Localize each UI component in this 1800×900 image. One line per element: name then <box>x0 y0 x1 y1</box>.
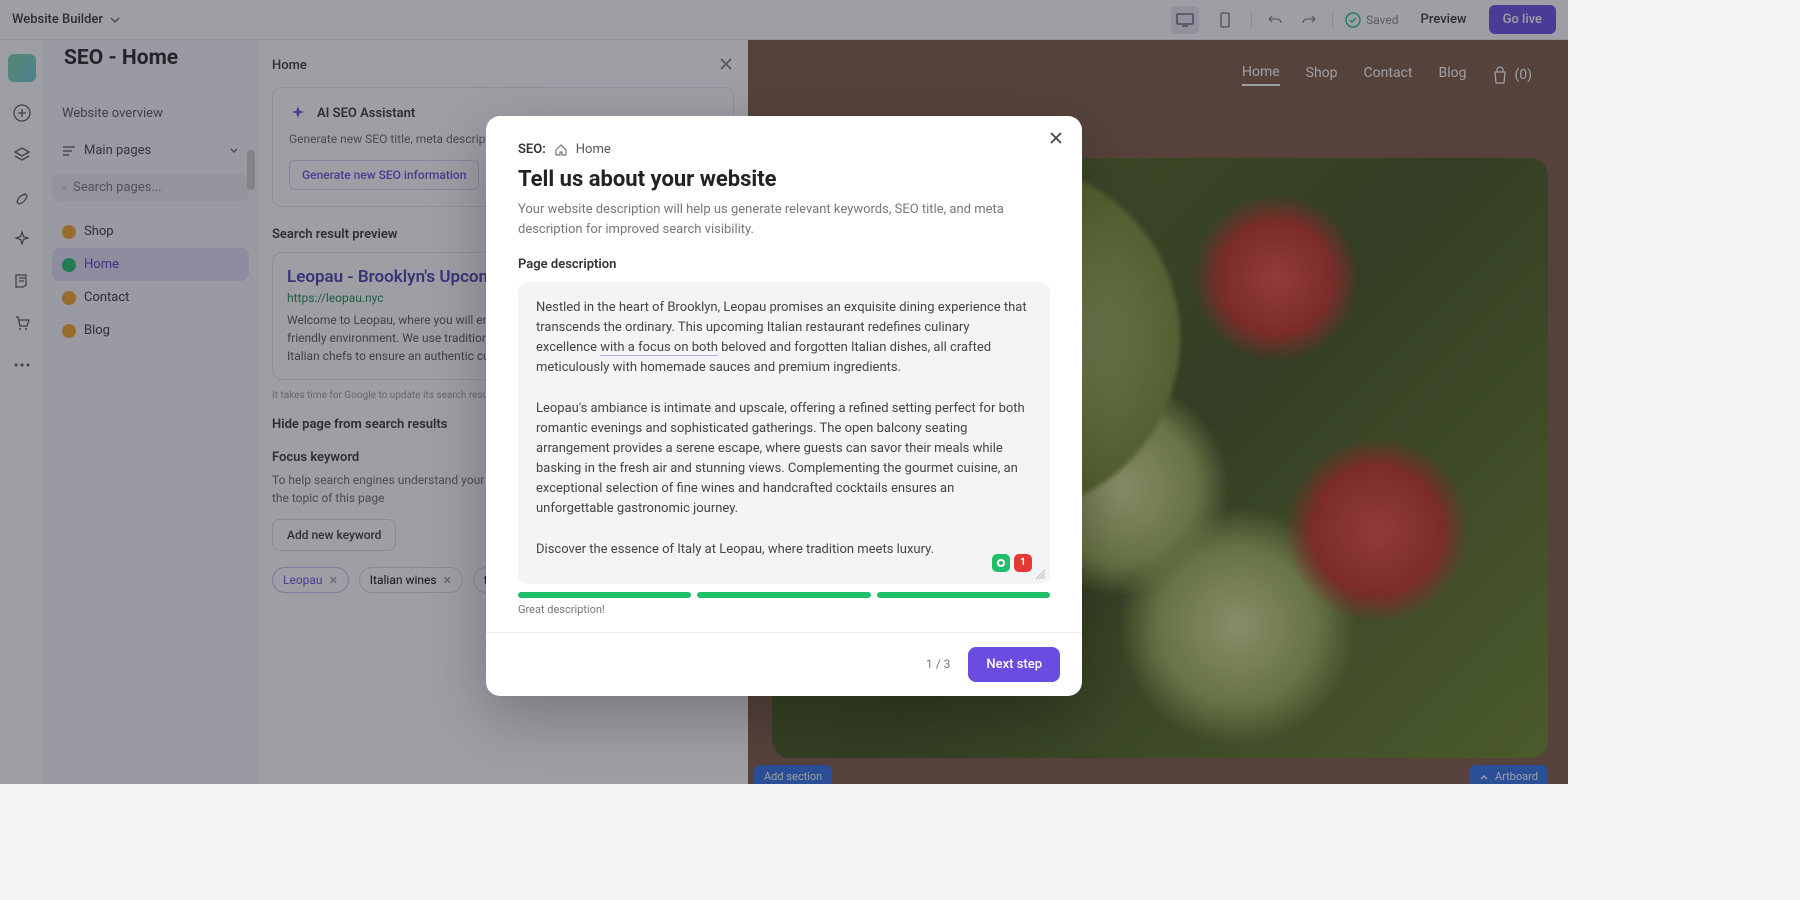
progress-segment <box>518 592 691 598</box>
modal-close-button[interactable] <box>1048 130 1064 146</box>
seo-description-modal: SEO: Home Tell us about your website You… <box>486 116 1082 696</box>
textarea-content[interactable]: Nestled in the heart of Brooklyn, Leopau… <box>536 298 1032 560</box>
grammar-ok-icon[interactable] <box>992 554 1010 572</box>
progress-segment <box>877 592 1050 598</box>
modal-header: SEO: Home Tell us about your website You… <box>486 116 1082 584</box>
next-step-button[interactable]: Next step <box>968 647 1060 682</box>
modal-title: Tell us about your website <box>518 167 1050 192</box>
close-icon <box>1048 130 1064 146</box>
modal-footer: 1 / 3 Next step <box>486 632 1082 696</box>
grammar-badges: 1 <box>992 554 1032 572</box>
modal-subtitle: Your website description will help us ge… <box>518 200 1050 239</box>
home-icon <box>554 143 568 157</box>
page-description-label: Page description <box>518 257 1050 272</box>
progress-segment <box>697 592 870 598</box>
resize-handle-icon[interactable] <box>1034 568 1046 580</box>
modal-breadcrumb: SEO: Home <box>518 142 1050 157</box>
strength-label: Great description! <box>486 598 1082 632</box>
crumb-page: Home <box>576 142 611 157</box>
page-description-textarea[interactable]: Nestled in the heart of Brooklyn, Leopau… <box>518 282 1050 584</box>
step-indicator: 1 / 3 <box>926 657 950 671</box>
grammar-error-badge[interactable]: 1 <box>1014 554 1032 572</box>
crumb-label: SEO: <box>518 142 546 157</box>
description-strength-bar <box>486 592 1082 598</box>
